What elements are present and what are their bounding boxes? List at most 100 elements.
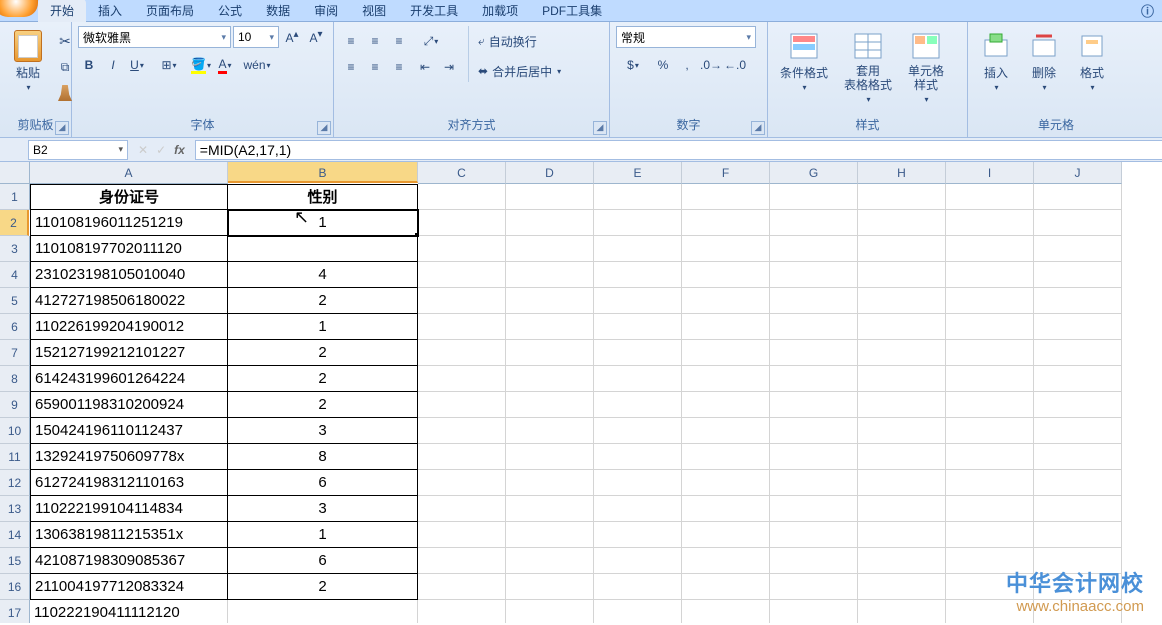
cell-E1[interactable] (594, 184, 682, 210)
cell-A9[interactable]: 659001198310200924 (30, 392, 228, 418)
grow-font-button[interactable]: A▴ (281, 26, 303, 48)
cell-B13[interactable]: 3 (228, 496, 418, 522)
cell-A12[interactable]: 612724198312110163 (30, 470, 228, 496)
row-header-16[interactable]: 16 (0, 574, 30, 600)
number-format-combo[interactable]: 常规▾ (616, 26, 756, 48)
cell-E4[interactable] (594, 262, 682, 288)
conditional-format-button[interactable]: 条件格式▾ (774, 26, 834, 96)
cell-F2[interactable] (682, 210, 770, 236)
cell-B8[interactable]: 2 (228, 366, 418, 392)
cell-I7[interactable] (946, 340, 1034, 366)
cell-C1[interactable] (418, 184, 506, 210)
cell-J3[interactable] (1034, 236, 1122, 262)
tab-1[interactable]: 插入 (86, 0, 134, 22)
cell-G3[interactable] (770, 236, 858, 262)
dialog-launcher[interactable]: ◢ (593, 121, 607, 135)
cell-H10[interactable] (858, 418, 946, 444)
increase-indent-button[interactable]: ⇥ (438, 56, 460, 78)
border-button[interactable]: ⊞▾ (158, 54, 180, 76)
table-format-button[interactable]: 套用 表格格式▾ (838, 26, 898, 108)
cell-J8[interactable] (1034, 366, 1122, 392)
dialog-launcher[interactable]: ◢ (317, 121, 331, 135)
dialog-launcher[interactable]: ◢ (751, 121, 765, 135)
cell-I13[interactable] (946, 496, 1034, 522)
cell-D12[interactable] (506, 470, 594, 496)
dialog-launcher[interactable]: ◢ (55, 121, 69, 135)
cell-C12[interactable] (418, 470, 506, 496)
cell-C8[interactable] (418, 366, 506, 392)
cell-F3[interactable] (682, 236, 770, 262)
cell-H5[interactable] (858, 288, 946, 314)
tab-8[interactable]: 加载项 (470, 0, 530, 22)
cell-A15[interactable]: 421087198309085367 (30, 548, 228, 574)
cell-B4[interactable]: 4 (228, 262, 418, 288)
cell-H14[interactable] (858, 522, 946, 548)
cell-A8[interactable]: 614243199601264224 (30, 366, 228, 392)
cell-E17[interactable] (594, 600, 682, 623)
cell-C4[interactable] (418, 262, 506, 288)
row-header-2[interactable]: 2 (0, 210, 29, 236)
cell-A14[interactable]: 13063819811215351x (30, 522, 228, 548)
cell-E8[interactable] (594, 366, 682, 392)
cell-E11[interactable] (594, 444, 682, 470)
cell-A10[interactable]: 150424196110112437 (30, 418, 228, 444)
cell-D7[interactable] (506, 340, 594, 366)
cell-I1[interactable] (946, 184, 1034, 210)
cell-J14[interactable] (1034, 522, 1122, 548)
format-cells-button[interactable]: 格式▾ (1070, 26, 1114, 96)
decrease-decimal-button[interactable]: ←.0 (724, 54, 746, 76)
cell-C7[interactable] (418, 340, 506, 366)
fill-color-button[interactable]: 🪣▾ (190, 54, 212, 76)
cell-G5[interactable] (770, 288, 858, 314)
bold-button[interactable]: B (78, 54, 100, 76)
paste-button[interactable]: 粘贴 ▾ (6, 26, 50, 96)
cell-A17[interactable]: 110222190411112120 (30, 600, 228, 623)
cell-I6[interactable] (946, 314, 1034, 340)
cell-F9[interactable] (682, 392, 770, 418)
row-header-10[interactable]: 10 (0, 418, 30, 444)
cell-B1[interactable]: 性别 (228, 184, 418, 210)
cell-J12[interactable] (1034, 470, 1122, 496)
cell-E13[interactable] (594, 496, 682, 522)
row-header-7[interactable]: 7 (0, 340, 30, 366)
row-header-4[interactable]: 4 (0, 262, 30, 288)
cell-J4[interactable] (1034, 262, 1122, 288)
formula-input[interactable]: =MID(A2,17,1) (195, 140, 1162, 160)
cell-B6[interactable]: 1 (228, 314, 418, 340)
cell-C16[interactable] (418, 574, 506, 600)
decrease-indent-button[interactable]: ⇤ (414, 56, 436, 78)
cell-D1[interactable] (506, 184, 594, 210)
cell-A13[interactable]: 110222199104114834 (30, 496, 228, 522)
cell-E2[interactable] (594, 210, 682, 236)
cell-A7[interactable]: 152127199212101227 (30, 340, 228, 366)
insert-cells-button[interactable]: 插入▾ (974, 26, 1018, 96)
underline-button[interactable]: U▾ (126, 54, 148, 76)
align-middle-button[interactable]: ≡ (364, 30, 386, 52)
name-box[interactable]: B2 ▾ (28, 140, 128, 160)
cell-F14[interactable] (682, 522, 770, 548)
row-header-9[interactable]: 9 (0, 392, 30, 418)
shrink-font-button[interactable]: A▾ (305, 26, 327, 48)
cell-H6[interactable] (858, 314, 946, 340)
cell-C9[interactable] (418, 392, 506, 418)
cell-E10[interactable] (594, 418, 682, 444)
cell-G17[interactable] (770, 600, 858, 623)
cell-I12[interactable] (946, 470, 1034, 496)
cell-A4[interactable]: 231023198105010040 (30, 262, 228, 288)
cell-G9[interactable] (770, 392, 858, 418)
cell-D16[interactable] (506, 574, 594, 600)
cell-J9[interactable] (1034, 392, 1122, 418)
tab-9[interactable]: PDF工具集 (530, 0, 614, 22)
cell-D13[interactable] (506, 496, 594, 522)
cell-H13[interactable] (858, 496, 946, 522)
cell-J13[interactable] (1034, 496, 1122, 522)
cell-G8[interactable] (770, 366, 858, 392)
cell-J11[interactable] (1034, 444, 1122, 470)
cell-A2[interactable]: 110108196011251219 (30, 210, 228, 236)
row-header-5[interactable]: 5 (0, 288, 30, 314)
cell-H17[interactable] (858, 600, 946, 623)
cell-I11[interactable] (946, 444, 1034, 470)
cell-I10[interactable] (946, 418, 1034, 444)
cell-H7[interactable] (858, 340, 946, 366)
cell-H4[interactable] (858, 262, 946, 288)
